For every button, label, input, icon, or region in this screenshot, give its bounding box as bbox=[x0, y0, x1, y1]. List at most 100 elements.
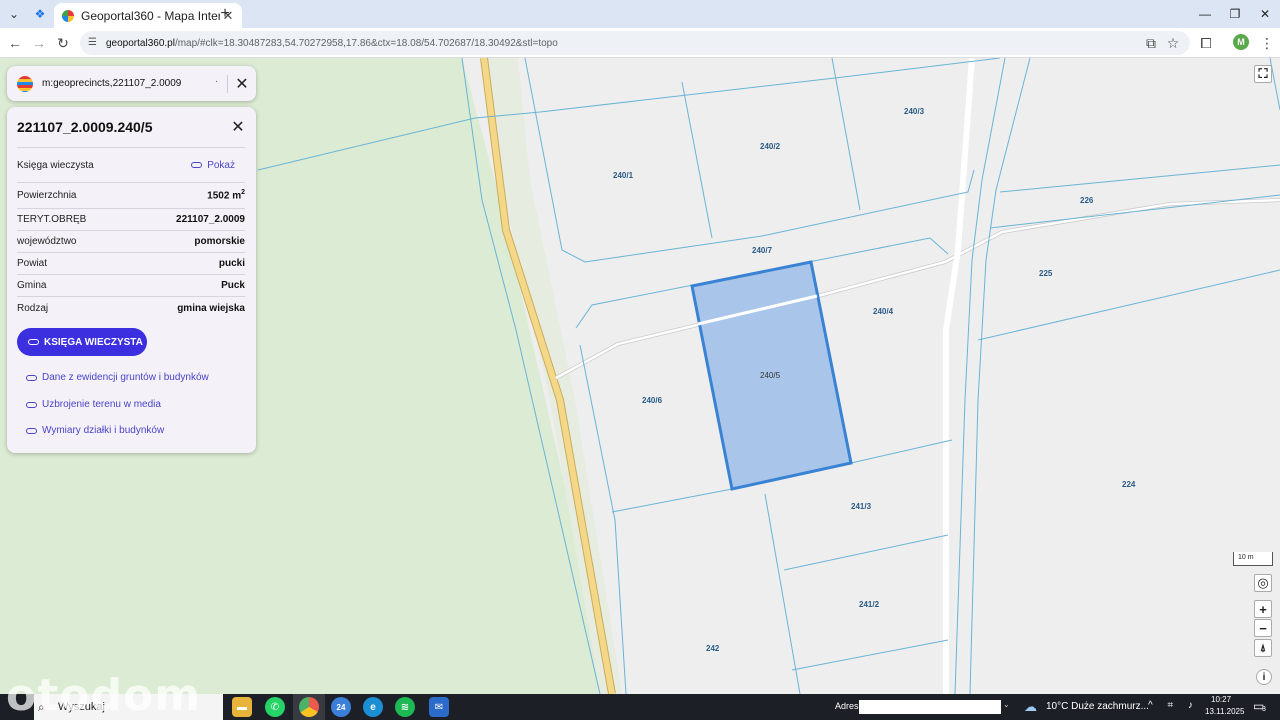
geoportal-favicon-icon bbox=[62, 9, 74, 22]
area-label: Powierzchnia bbox=[17, 190, 77, 201]
new-tab-button[interactable]: + bbox=[214, 3, 236, 25]
land-register-button[interactable]: KSIĘGA WIECZYSTA bbox=[17, 328, 147, 356]
link-chain-icon bbox=[26, 374, 37, 381]
tab-search-chevron-icon[interactable]: ⌄ bbox=[3, 3, 25, 25]
voivodeship-label: województwo bbox=[17, 236, 77, 247]
button-chain-icon bbox=[28, 339, 39, 345]
land-register-button-label: KSIĘGA WIECZYSTA bbox=[44, 336, 143, 348]
info-icon[interactable]: i bbox=[1256, 669, 1272, 685]
cloud-icon: ☁ bbox=[1024, 699, 1037, 714]
browser-menu-icon[interactable]: ⋮ bbox=[1256, 32, 1278, 54]
parcel-label[interactable]: 240/7 bbox=[752, 246, 773, 255]
geoportal-logo-icon bbox=[17, 75, 33, 92]
commune-value: Puck bbox=[221, 280, 245, 291]
edge-icon[interactable]: e bbox=[363, 697, 383, 717]
dimensions-link[interactable]: Wymiary działki i budynków bbox=[26, 425, 164, 436]
file-explorer-icon[interactable]: ▬ bbox=[232, 697, 252, 717]
zoom-out-button[interactable]: − bbox=[1254, 619, 1272, 637]
otodom-watermark: otodom bbox=[6, 670, 202, 720]
restore-icon[interactable]: ❐ bbox=[1220, 4, 1250, 24]
link-chain-icon bbox=[26, 401, 37, 408]
land-register-row: Księga wieczysta Pokaż bbox=[17, 147, 245, 183]
parcel-label[interactable]: 240/2 bbox=[760, 142, 781, 151]
teryt-label: TERYT.OBRĘB bbox=[17, 214, 87, 225]
address-bar[interactable]: ☰ geoportal360.pl/map/#clk=18.30487283,5… bbox=[80, 31, 1190, 55]
url-host: geoportal360.pl bbox=[106, 37, 175, 49]
forward-icon[interactable]: → bbox=[28, 32, 50, 54]
search-close-icon[interactable]: ✕ bbox=[232, 74, 252, 94]
clock-date[interactable]: 13.11.2025 bbox=[1205, 707, 1244, 716]
back-icon[interactable]: ← bbox=[4, 32, 26, 54]
zoom-in-button[interactable]: + bbox=[1254, 600, 1272, 618]
parcel-label[interactable]: 240/6 bbox=[642, 396, 663, 405]
voivodeship-value: pomorskie bbox=[194, 236, 245, 247]
tab-title: Geoportal360 - Mapa Interakty bbox=[81, 8, 220, 23]
county-label: Powiat bbox=[17, 258, 48, 269]
path bbox=[555, 198, 1280, 380]
parcel-label-selected[interactable]: 240/5 bbox=[760, 371, 781, 380]
parcel-label[interactable]: 240/4 bbox=[873, 307, 894, 316]
parcel-label[interactable]: 242 bbox=[706, 644, 720, 653]
clock-time[interactable]: 10:27 bbox=[1211, 695, 1231, 704]
county-row: Powiat pucki bbox=[17, 253, 245, 275]
commune-label: Gmina bbox=[17, 280, 47, 291]
link-chain-icon bbox=[26, 427, 37, 434]
whatsapp-icon[interactable]: ✆ bbox=[265, 697, 285, 717]
address-toolbar-label: Adres bbox=[835, 701, 859, 711]
land-records-link-label: Dane z ewidencji gruntów i budynków bbox=[42, 372, 209, 383]
search-query[interactable]: m:geoprecincts,221107_2.0009 bbox=[42, 78, 181, 89]
weather-widget[interactable]: 10°C Duże zachmurz... bbox=[1046, 701, 1149, 712]
area-unit-sup: 2 bbox=[241, 189, 245, 197]
site-settings-icon[interactable]: ☰ bbox=[88, 37, 100, 49]
parcel-label[interactable]: 226 bbox=[1080, 196, 1094, 205]
area-row: Powierzchnia 1502 m2 bbox=[17, 183, 245, 209]
land-records-link[interactable]: Dane z ewidencji gruntów i budynków bbox=[26, 372, 209, 383]
extensions-puzzle-icon[interactable]: ⧠ bbox=[1195, 32, 1217, 54]
reload-icon[interactable]: ↻ bbox=[52, 32, 74, 54]
area-value: 1502 m2 bbox=[207, 189, 245, 201]
window-close-icon[interactable]: ✕ bbox=[1250, 4, 1280, 24]
parcel-label[interactable]: 225 bbox=[1039, 269, 1053, 278]
chrome-icon[interactable] bbox=[293, 694, 325, 720]
parcel-label[interactable]: 240/1 bbox=[613, 171, 634, 180]
bookmark-star-icon[interactable]: ☆ bbox=[1162, 32, 1184, 54]
parcel-id-title: 221107_2.0009.240/5 bbox=[17, 119, 153, 135]
outlook-icon[interactable]: ✉ bbox=[429, 697, 449, 717]
address-go-icon[interactable]: ⌄ bbox=[1003, 700, 1013, 714]
info-close-icon[interactable]: ✕ bbox=[229, 118, 247, 136]
show-land-register-link[interactable]: Pokaż bbox=[191, 160, 235, 171]
parcel-label[interactable]: 241/3 bbox=[851, 502, 872, 511]
parcel-label[interactable]: 240/3 bbox=[904, 107, 925, 116]
type-row: Rodzaj gmina wiejska bbox=[17, 297, 245, 319]
search-dot: · bbox=[215, 76, 219, 87]
address-toolbar-input[interactable] bbox=[859, 700, 1001, 714]
compass-reset-icon[interactable]: ⍋ bbox=[1254, 639, 1272, 657]
parcel-label[interactable]: 224 bbox=[1122, 480, 1136, 489]
parcel-label[interactable]: 241/2 bbox=[859, 600, 880, 609]
utilities-link-label: Uzbrojenie terenu w media bbox=[42, 399, 161, 410]
show-link-label: Pokaż bbox=[207, 159, 235, 171]
spotify-icon[interactable]: ≋ bbox=[395, 697, 415, 717]
commune-row: Gmina Puck bbox=[17, 275, 245, 297]
minimize-icon[interactable]: — bbox=[1190, 4, 1220, 24]
profile-avatar[interactable]: M bbox=[1233, 34, 1249, 50]
search-panel: m:geoprecincts,221107_2.0009 · ✕ bbox=[7, 66, 256, 101]
browser-tab-bar: ⌄ ❖ Geoportal360 - Mapa Interakty ✕ + — … bbox=[0, 0, 1280, 28]
land-register-label: Księga wieczysta bbox=[17, 159, 94, 171]
system-tray-icons[interactable]: ^ ⌗ ♪ bbox=[1148, 700, 1199, 711]
url-path: /map/#clk=18.30487283,54.70272958,17.86&… bbox=[174, 37, 558, 49]
county-value: pucki bbox=[218, 258, 245, 269]
teryt-row: TERYT.OBRĘB 221107_2.0009 bbox=[17, 209, 245, 231]
locate-me-icon[interactable]: ◎ bbox=[1254, 574, 1272, 592]
lane bbox=[943, 58, 975, 694]
extension-icon[interactable]: ❖ bbox=[29, 3, 51, 25]
type-label: Rodzaj bbox=[17, 302, 49, 314]
teryt-value: 221107_2.0009 bbox=[176, 214, 245, 225]
utilities-link[interactable]: Uzbrojenie terenu w media bbox=[26, 399, 161, 410]
search-divider bbox=[227, 75, 228, 93]
app-24-icon[interactable]: 24 bbox=[331, 697, 351, 717]
install-app-icon[interactable]: ⧉ bbox=[1140, 32, 1162, 54]
link-chain-icon bbox=[191, 162, 203, 168]
browser-nav-bar: ← → ↻ ☰ geoportal360.pl/map/#clk=18.3048… bbox=[0, 28, 1280, 58]
fullscreen-icon[interactable]: ⛶ bbox=[1254, 65, 1272, 83]
